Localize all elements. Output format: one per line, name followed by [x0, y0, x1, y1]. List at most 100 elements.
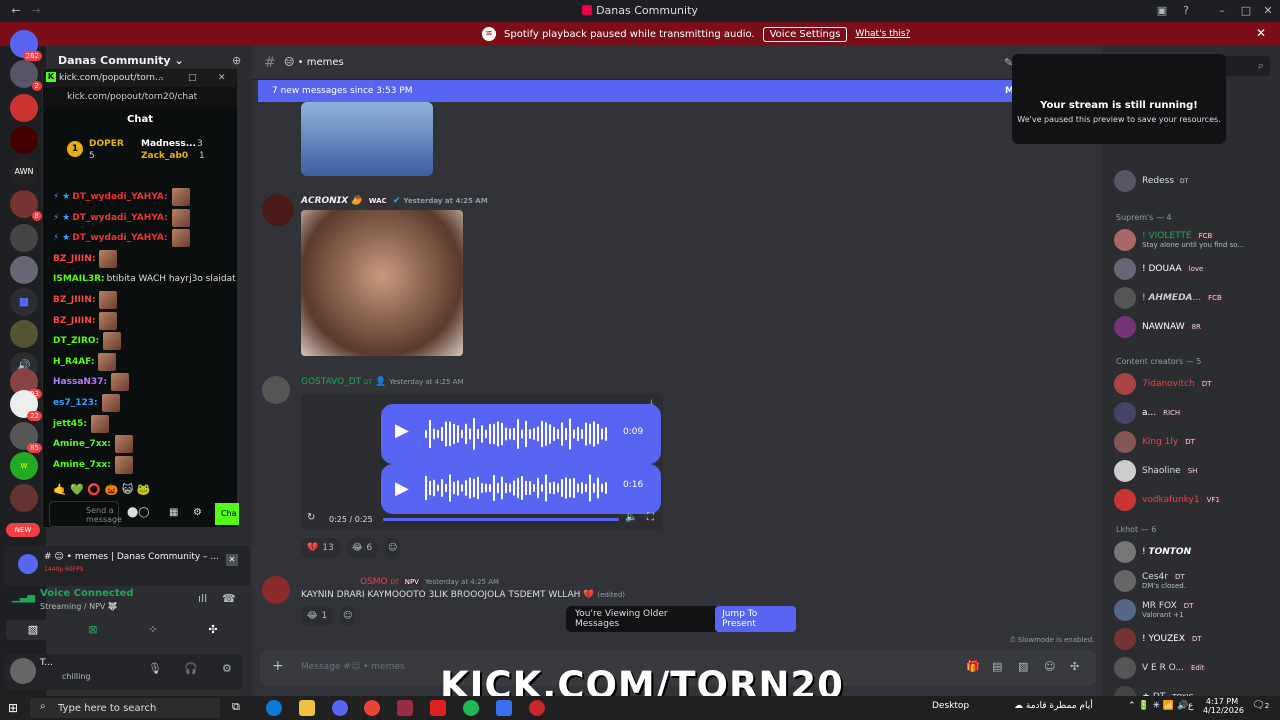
user-name[interactable]: T...: [40, 658, 53, 668]
chrome-icon[interactable]: [364, 700, 380, 716]
disconnect-icon[interactable]: ☎: [222, 592, 236, 605]
member-row[interactable]: ! 𝙏𝙊𝙉𝙏𝙊𝙉: [1114, 539, 1278, 565]
kick-username[interactable]: BZ_JIIIN:: [53, 316, 95, 326]
voice-message[interactable]: ▶ 0:09: [381, 404, 661, 464]
close-icon[interactable]: ✕: [1260, 3, 1276, 19]
server-icon[interactable]: 22: [10, 390, 42, 421]
message-author[interactable]: 𝘼𝘾𝙍𝙊𝙉𝙄𝙓 🥭 WAC ✔ Yesterday at 4:25 AM: [301, 196, 488, 206]
server-icon[interactable]: 2: [10, 60, 42, 91]
kick-username[interactable]: H_R4AF:: [53, 357, 94, 367]
settings-gear-icon[interactable]: ⚙: [222, 662, 232, 675]
reaction[interactable]: 😂 1: [301, 606, 334, 626]
voice-status[interactable]: Voice Connected: [40, 588, 134, 599]
kick-username[interactable]: Amine_7xx:: [53, 460, 111, 470]
server-icon[interactable]: W: [10, 452, 38, 480]
avatar[interactable]: [262, 576, 290, 604]
emote-bar[interactable]: 🤙 💚 ⭕ 🎃 😺 🐸: [53, 483, 223, 499]
member-row[interactable]: a... RICH: [1114, 400, 1278, 426]
reaction[interactable]: 😂 6: [346, 538, 379, 558]
play-icon[interactable]: ▶: [395, 478, 409, 499]
image-attachment[interactable]: [301, 210, 463, 356]
close-icon[interactable]: ✕: [226, 554, 238, 566]
jump-to-present-button[interactable]: Jump To Present: [715, 606, 796, 632]
message-input[interactable]: Message #😑 • memes: [301, 662, 405, 672]
member-row[interactable]: Shaoline SH: [1114, 458, 1278, 484]
apps-icon[interactable]: ✣: [1070, 660, 1079, 673]
new-messages-banner[interactable]: 7 new messages since 3:53 PM M: [258, 80, 1018, 102]
member-row[interactable]: ! DOUAA love: [1114, 256, 1278, 282]
avatar[interactable]: [262, 376, 290, 404]
server-icon[interactable]: [10, 224, 38, 252]
add-reaction-icon[interactable]: ☺: [385, 538, 401, 558]
weather-widget[interactable]: ☁ أيام ممطرة قادمة: [1014, 701, 1093, 711]
member-row[interactable]: King 1ly DT: [1114, 429, 1278, 455]
task-view-icon[interactable]: ⧉: [232, 700, 248, 716]
member-row[interactable]: NAWNAW 8R: [1114, 314, 1278, 340]
image-attachment[interactable]: [301, 102, 433, 176]
app-icon[interactable]: [496, 700, 512, 716]
add-friend-icon[interactable]: ⊕: [232, 54, 241, 67]
system-tray-icons[interactable]: ⌃ 🔋 ✳ 📶 🔊: [1128, 701, 1188, 711]
windows-start-icon[interactable]: ⊞: [8, 701, 18, 715]
user-status[interactable]: chilling: [62, 672, 91, 681]
member-row[interactable]: Redess DT: [1114, 168, 1278, 194]
store-icon[interactable]: ▦: [169, 507, 178, 518]
message-author[interactable]: OSMO DT NPV Yesterday at 4:25 AM: [360, 577, 499, 587]
camera-off-button[interactable]: ▧: [6, 620, 60, 640]
member-row[interactable]: vodkafunky1 VF1: [1114, 487, 1278, 513]
discord-icon[interactable]: [332, 700, 348, 716]
kick-username[interactable]: jett45:: [53, 419, 87, 429]
settings-gear-icon[interactable]: ⚙: [193, 507, 202, 518]
reaction[interactable]: 💔 13: [301, 538, 340, 558]
app-icon[interactable]: [529, 700, 545, 716]
kick-address-bar[interactable]: kick.com/popout/torn20/chat: [43, 87, 237, 107]
microphone-icon[interactable]: 🎙: [148, 662, 162, 675]
voice-settings-button[interactable]: Voice Settings: [762, 26, 848, 42]
soundboard-button[interactable]: ✣: [186, 620, 240, 640]
kick-username[interactable]: BZ_JIIIN:: [53, 254, 95, 264]
emoji-icon[interactable]: ☺: [1044, 660, 1055, 673]
voice-detail[interactable]: Streaming / NPV 🐺: [40, 602, 118, 611]
kick-username[interactable]: ISMAIL3R:: [53, 274, 105, 284]
spotify-icon[interactable]: [463, 700, 479, 716]
server-icon[interactable]: [10, 484, 38, 512]
server-icon[interactable]: [10, 256, 38, 284]
maximize-icon[interactable]: □: [188, 73, 197, 83]
server-icon[interactable]: 85: [10, 422, 42, 453]
home-icon[interactable]: 262: [10, 30, 42, 61]
avatar[interactable]: [10, 658, 36, 684]
volume-icon[interactable]: 🔈: [625, 512, 637, 523]
message-author[interactable]: GOSTAVO_DT DT 👤 Yesterday at 4:25 AM: [301, 377, 464, 387]
headset-icon[interactable]: 🎧: [184, 662, 198, 675]
emote-picker-icon[interactable]: ⬤◯: [127, 507, 149, 518]
kick-message-input[interactable]: Send a message: [49, 501, 122, 527]
app-icon[interactable]: [397, 700, 413, 716]
add-reaction-icon[interactable]: ☺: [340, 606, 356, 626]
fullscreen-icon[interactable]: ⛶: [647, 512, 654, 523]
leader-name[interactable]: Zack_ab0: [141, 151, 188, 161]
minimize-icon[interactable]: –: [1214, 3, 1230, 19]
minimize-icon[interactable]: –: [159, 73, 164, 83]
member-row[interactable]: MR FOX DT Valorant +1: [1114, 597, 1278, 623]
leader-name[interactable]: Madness...: [141, 139, 196, 149]
desktop-label[interactable]: Desktop: [932, 701, 969, 711]
sticker-icon[interactable]: ▧: [1018, 660, 1028, 673]
activities-button[interactable]: ⁘: [126, 620, 180, 640]
kick-username[interactable]: HassaN37:: [53, 377, 107, 387]
help-icon[interactable]: ?: [1178, 3, 1194, 19]
folder-icon[interactable]: ■: [10, 288, 38, 316]
close-icon[interactable]: ✕: [218, 73, 226, 83]
kick-username[interactable]: es7_123:: [53, 398, 98, 408]
member-row[interactable]: Ces4r DT DM's closed.: [1114, 568, 1278, 594]
play-icon[interactable]: ▶: [395, 420, 409, 441]
replay-icon[interactable]: ↻: [307, 512, 315, 523]
kick-username[interactable]: DT_wydadi_YAHYA:: [72, 233, 167, 243]
kick-username[interactable]: BZ_JIIIN:: [53, 295, 95, 305]
taskbar-search[interactable]: ⌕ Type here to search: [30, 698, 220, 718]
attach-plus-icon[interactable]: +: [272, 658, 284, 674]
member-row[interactable]: ! YOUZEX DT: [1114, 626, 1278, 652]
kick-username[interactable]: DT_ZIRO:: [53, 336, 99, 346]
voice-activity-card[interactable]: # 😑 • memes | Danas Community – ... 1440…: [4, 546, 250, 586]
server-icon[interactable]: [10, 94, 38, 122]
notification-center-icon[interactable]: 🗨2: [1252, 700, 1269, 711]
